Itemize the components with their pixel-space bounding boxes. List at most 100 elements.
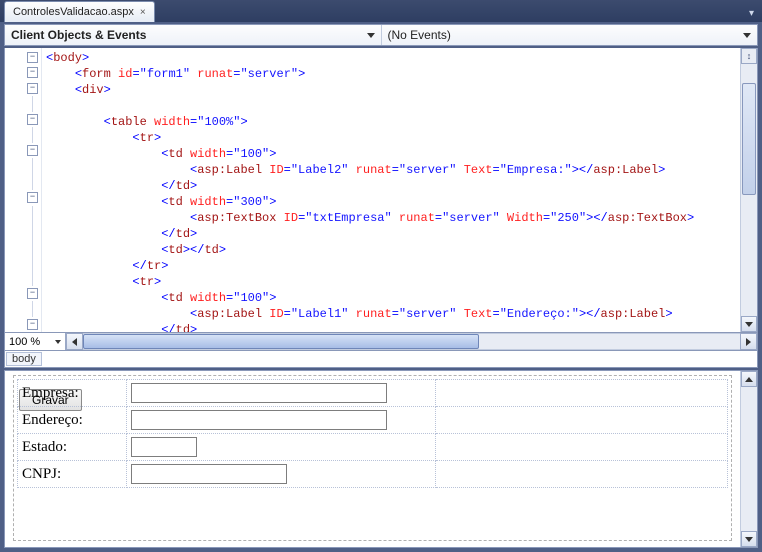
fold-toggle[interactable]: − [5,190,41,205]
fold-toggle [5,158,41,174]
navigation-bar: Client Objects & Events (No Events) [4,24,758,46]
scroll-left-button[interactable] [66,333,83,350]
fold-toggle[interactable]: − [5,50,41,65]
text-input[interactable] [131,410,387,430]
scroll-thumb[interactable] [742,83,756,195]
zoom-selector[interactable]: 100 % [5,333,66,350]
outline-line [32,158,33,174]
text-input[interactable] [131,437,197,457]
close-icon[interactable]: × [140,7,146,18]
chevron-down-icon [743,33,751,38]
horizontal-scrollbar[interactable] [66,333,757,350]
scroll-right-button[interactable] [740,333,757,350]
vertical-scrollbar[interactable] [740,48,757,332]
spacer-cell [436,407,728,434]
code-line[interactable]: </td> [46,226,736,242]
form-table: Empresa: Endereço: Estado: CNPJ: [17,379,728,488]
chevron-down-icon [367,33,375,38]
fold-toggle [5,301,41,317]
outline-line [32,301,33,317]
field-label-cell: Empresa: [18,380,127,407]
field-label-cell: CNPJ: [18,461,127,488]
chevron-down-icon [745,537,753,542]
spacer-cell [436,380,728,407]
code-line[interactable]: <div> [46,82,736,98]
minus-icon: − [27,52,38,63]
tag-breadcrumb: body [4,351,758,368]
outline-line [32,96,33,112]
document-tab[interactable]: ControlesValidacao.aspx × [4,1,155,22]
minus-icon: − [27,319,38,330]
code-editor: ↕ − − − − − − − − <body> <form id="form1" runat… [4,48,758,333]
fold-toggle[interactable]: − [5,317,41,332]
code-line[interactable]: <body> [46,50,736,66]
code-line[interactable]: <form id="form1" runat="server"> [46,66,736,82]
outline-gutter[interactable]: − − − − − − − − [5,48,42,332]
code-line[interactable]: </td> [46,178,736,194]
designer-pane: Empresa:Endereço:Estado:CNPJ: Gravar [4,370,758,548]
chevron-down-icon [745,322,753,327]
chevron-down-icon [55,340,61,344]
code-line[interactable]: <asp:Label ID="Label1" runat="server" Te… [46,306,736,322]
object-dropdown[interactable]: Client Objects & Events [5,25,382,45]
vertical-scrollbar[interactable] [740,371,757,547]
scroll-down-button[interactable] [741,531,757,547]
field-input-cell [127,461,436,488]
code-line[interactable]: <asp:Label ID="Label2" runat="server" Te… [46,162,736,178]
field-input-cell [127,434,436,461]
code-line[interactable]: </tr> [46,258,736,274]
fold-toggle [5,238,41,254]
code-line[interactable]: <td width="100"> [46,290,736,306]
fold-toggle [5,206,41,222]
scroll-up-button[interactable] [741,371,757,387]
scroll-track[interactable] [741,63,757,317]
code-line[interactable]: <td width="100"> [46,146,736,162]
field-label: CNPJ: [22,466,61,482]
fold-toggle[interactable]: − [5,112,41,127]
split-icon[interactable]: ↕ [741,48,757,64]
table-row: Estado: [18,434,728,461]
chevron-up-icon [745,377,753,382]
code-line[interactable]: <tr> [46,274,736,290]
object-dropdown-text: Client Objects & Events [11,28,367,42]
tab-overflow-button[interactable]: ▾ [749,8,758,22]
code-line[interactable]: </td> [46,322,736,332]
field-label: Empresa: [22,385,79,401]
minus-icon: − [27,114,38,125]
code-line[interactable]: <asp:TextBox ID="txtEmpresa" runat="serv… [46,210,736,226]
outline-line [32,127,33,143]
minus-icon: − [27,83,38,94]
field-input-cell [127,407,436,434]
minus-icon: − [27,288,38,299]
outline-line [32,254,33,270]
code-text-area[interactable]: <body> <form id="form1" runat="server"> … [42,48,740,332]
scroll-thumb[interactable] [83,334,479,349]
field-input-cell [127,380,436,407]
fold-toggle[interactable]: − [5,286,41,301]
table-row: CNPJ: [18,461,728,488]
design-surface[interactable]: Empresa:Endereço:Estado:CNPJ: Gravar [5,371,740,547]
breadcrumb-item[interactable]: body [6,352,42,366]
fold-toggle[interactable]: − [5,81,41,96]
event-dropdown-text: (No Events) [388,28,744,42]
fold-toggle[interactable]: − [5,143,41,158]
table-row: Empresa: [18,380,728,407]
minus-icon: − [27,192,38,203]
code-line[interactable]: <tr> [46,130,736,146]
chevron-left-icon [72,338,77,346]
field-label: Endereço: [22,412,83,428]
code-line[interactable]: <td></td> [46,242,736,258]
scroll-down-button[interactable] [741,316,757,332]
spacer-cell [436,461,728,488]
fold-toggle [5,254,41,270]
code-line[interactable]: <td width="300"> [46,194,736,210]
code-line[interactable] [46,98,736,114]
fold-toggle[interactable]: − [5,65,41,80]
text-input[interactable] [131,383,387,403]
scroll-track[interactable] [83,333,740,350]
field-label: Estado: [22,439,67,455]
code-line[interactable]: <table width="100%"> [46,114,736,130]
event-dropdown[interactable]: (No Events) [382,25,758,45]
text-input[interactable] [131,464,287,484]
outline-line [32,206,33,222]
